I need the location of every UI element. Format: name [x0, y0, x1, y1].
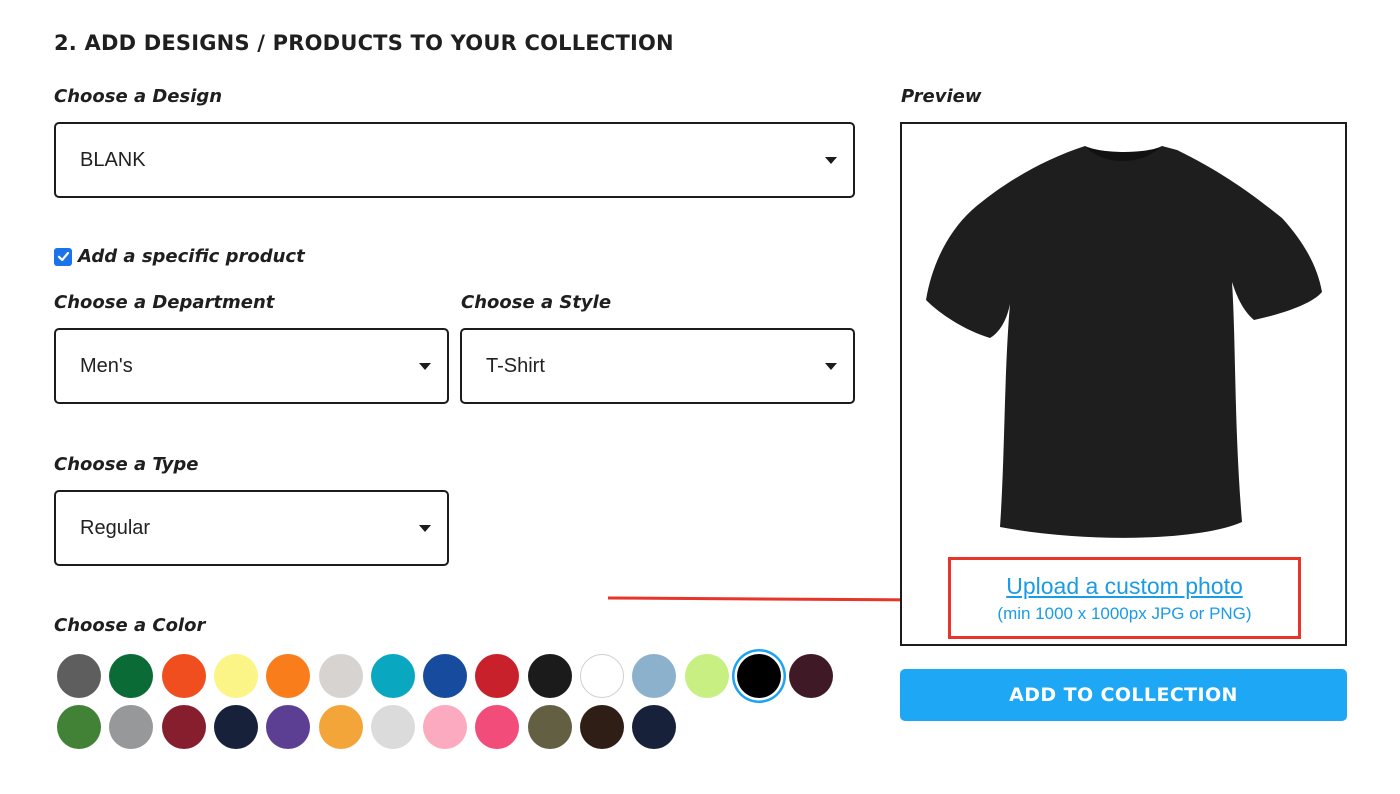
design-select-value: BLANK [80, 148, 146, 171]
chevron-down-icon [419, 525, 431, 532]
design-label: Choose a Design [54, 86, 223, 107]
color-swatch[interactable] [161, 654, 206, 698]
section-title: 2. ADD DESIGNS / PRODUCTS TO YOUR COLLEC… [54, 31, 674, 55]
color-swatch[interactable] [370, 705, 415, 749]
color-swatch[interactable] [57, 705, 101, 749]
type-select[interactable]: Regular [54, 490, 449, 566]
chevron-down-icon [825, 363, 837, 370]
type-select-value: Regular [80, 516, 151, 539]
color-swatch[interactable] [632, 705, 677, 749]
specific-product-label: Add a specific product [78, 246, 305, 267]
color-swatch[interactable] [580, 705, 624, 749]
specific-product-checkbox[interactable] [54, 247, 72, 266]
upload-highlight: Upload a custom photo (min 1000 x 1000px… [948, 557, 1301, 639]
color-swatch[interactable] [475, 705, 520, 749]
color-swatch[interactable] [109, 654, 154, 698]
color-swatch[interactable] [736, 654, 781, 698]
tshirt-preview-image [926, 146, 1322, 538]
color-swatch[interactable] [109, 705, 154, 749]
color-swatch[interactable] [423, 654, 468, 698]
department-select-value: Men's [80, 354, 133, 377]
design-select[interactable]: BLANK [54, 122, 855, 198]
upload-hint: (min 1000 x 1000px JPG or PNG) [997, 603, 1252, 623]
chevron-down-icon [419, 363, 431, 370]
color-swatch[interactable] [266, 654, 311, 698]
color-swatch[interactable] [266, 705, 311, 749]
department-select[interactable]: Men's [54, 328, 449, 404]
chevron-down-icon [825, 157, 837, 164]
color-swatch[interactable] [318, 654, 363, 698]
color-swatch[interactable] [527, 654, 572, 698]
color-label: Choose a Color [54, 615, 206, 636]
color-swatch[interactable] [632, 654, 677, 698]
color-swatch[interactable] [684, 654, 729, 698]
color-swatch[interactable] [475, 654, 520, 698]
add-to-collection-button[interactable]: ADD TO COLLECTION [900, 669, 1347, 721]
style-select-value: T-Shirt [486, 354, 545, 377]
color-swatch[interactable] [423, 705, 468, 749]
color-swatch[interactable] [527, 705, 572, 749]
color-swatch[interactable] [213, 705, 258, 749]
preview-label: Preview [901, 86, 982, 107]
color-swatch[interactable] [57, 654, 101, 698]
checkmark-icon [57, 251, 69, 262]
color-swatch[interactable] [161, 705, 206, 749]
color-swatch[interactable] [213, 654, 258, 698]
style-select[interactable]: T-Shirt [460, 328, 855, 404]
type-label: Choose a Type [54, 454, 199, 475]
specific-product-row[interactable]: Add a specific product [54, 246, 305, 267]
color-swatch[interactable] [789, 654, 834, 698]
upload-photo-link[interactable]: Upload a custom photo [1006, 573, 1243, 600]
color-swatch[interactable] [318, 705, 363, 749]
color-swatch[interactable] [370, 654, 415, 698]
style-label: Choose a Style [461, 292, 612, 313]
color-swatch[interactable] [580, 654, 624, 698]
department-label: Choose a Department [54, 292, 275, 313]
annotation-arrow [608, 592, 936, 608]
